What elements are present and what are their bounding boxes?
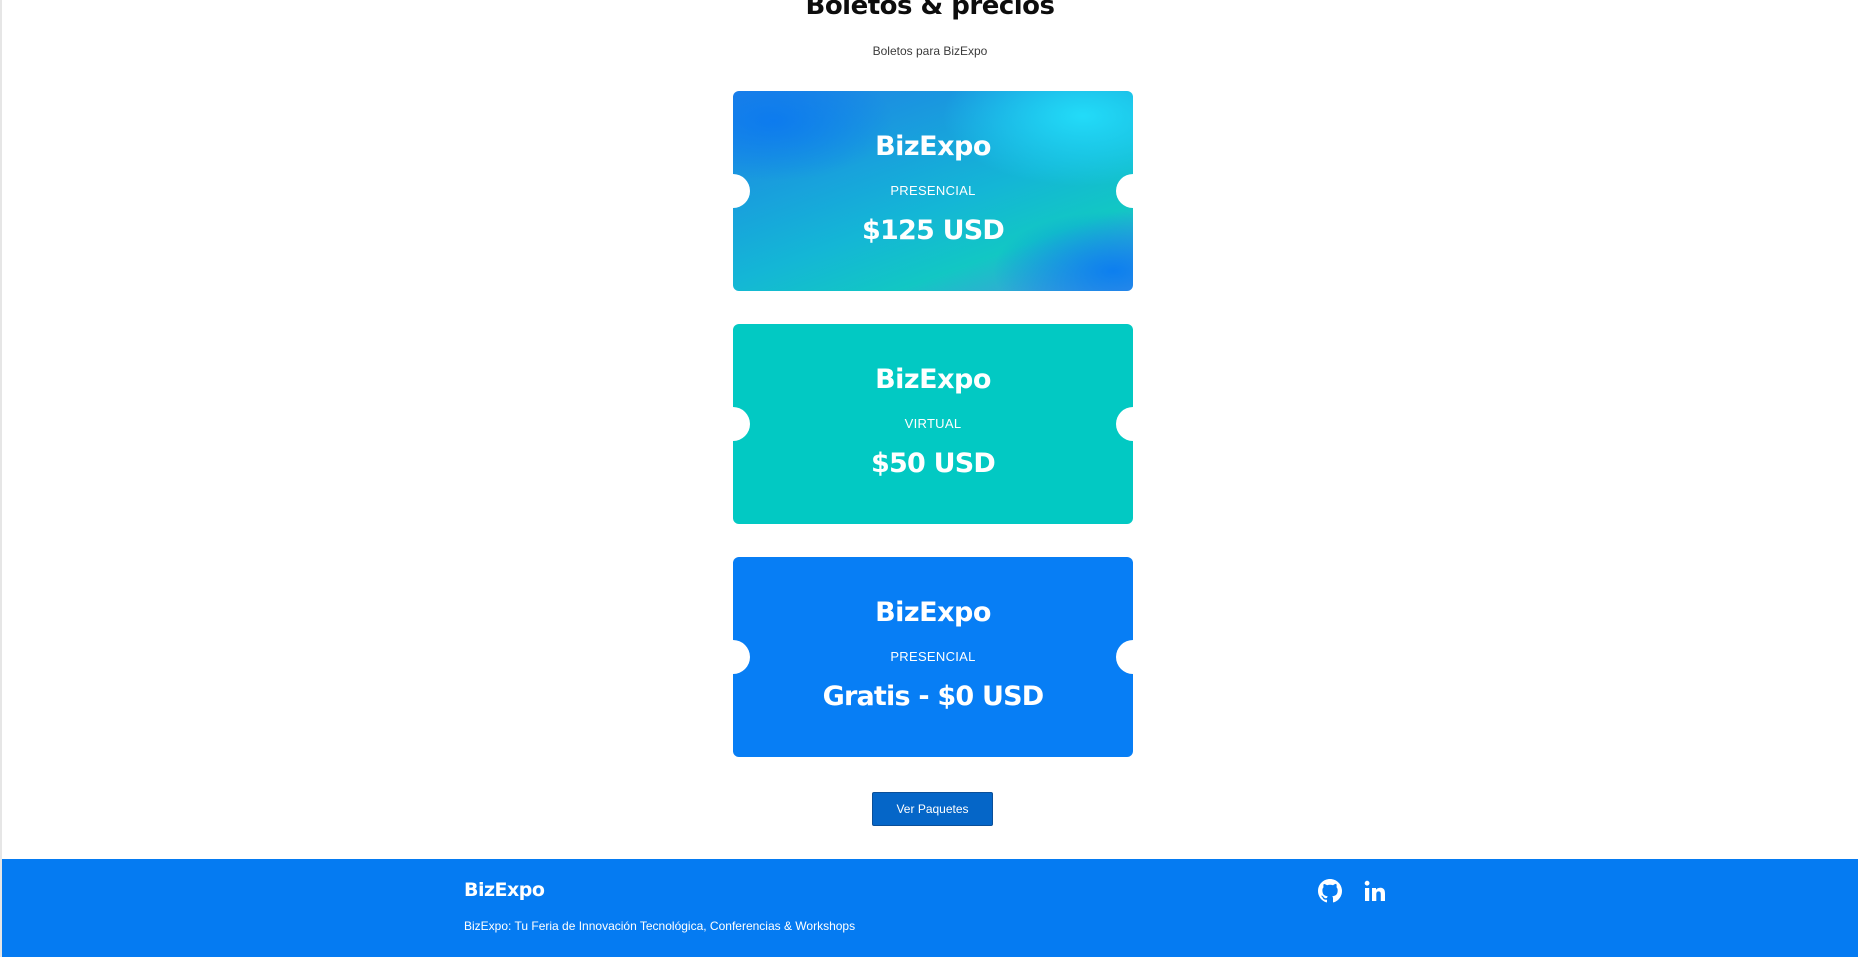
footer: BizExpo BizExpo: Tu Feria de Innovación … — [2, 859, 1858, 957]
ticket-card-virtual: BizExpo VIRTUAL $50 USD — [733, 324, 1133, 524]
footer-tagline: BizExpo: Tu Feria de Innovación Tecnológ… — [464, 919, 856, 933]
section-title: Boletos & precios — [805, 0, 1056, 21]
github-icon — [1318, 879, 1342, 903]
ticket-type: PRESENCIAL — [890, 649, 976, 664]
ticket-brand: BizExpo — [875, 597, 991, 628]
ticket-card-free: BizExpo PRESENCIAL Gratis - $0 USD — [733, 557, 1133, 757]
section-subtitle: Boletos para BizExpo — [872, 44, 988, 58]
ticket-price: $50 USD — [871, 448, 996, 479]
ticket-price: $125 USD — [862, 215, 1005, 246]
ticket-type: VIRTUAL — [904, 416, 962, 431]
ticket-brand: BizExpo — [875, 131, 991, 162]
ver-paquetes-button[interactable]: Ver Paquetes — [872, 792, 993, 826]
linkedin-icon — [1364, 880, 1385, 901]
page: Boletos & precios Boletos para BizExpo B… — [0, 0, 1858, 957]
ticket-type: PRESENCIAL — [890, 183, 976, 198]
github-link[interactable] — [1317, 878, 1343, 904]
linkedin-link[interactable] — [1362, 878, 1388, 904]
ticket-price: Gratis - $0 USD — [822, 681, 1045, 712]
ticket-brand: BizExpo — [875, 364, 991, 395]
ticket-card-presencial: BizExpo PRESENCIAL $125 USD — [733, 91, 1133, 291]
footer-logo[interactable]: BizExpo — [464, 879, 545, 901]
